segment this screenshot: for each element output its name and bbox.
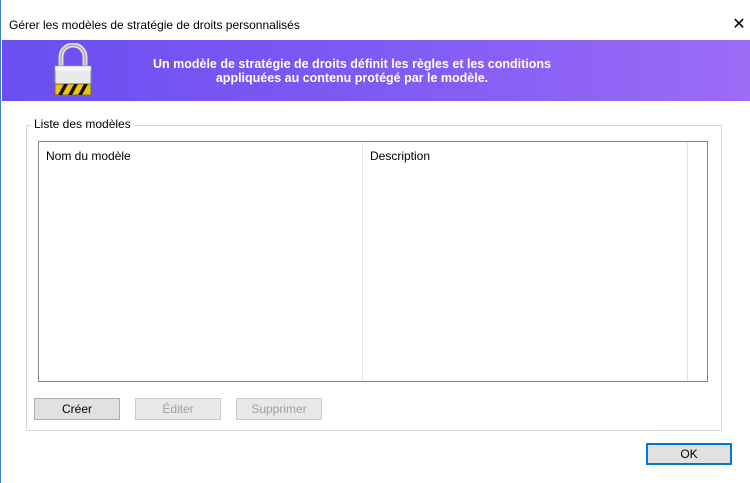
delete-button[interactable]: Supprimer xyxy=(236,398,322,420)
banner-line-1: Un modèle de stratégie de droits définit… xyxy=(152,57,551,71)
title-bar: Gérer les modèles de stratégie de droits… xyxy=(1,12,750,38)
banner-text: Un modèle de stratégie de droits définit… xyxy=(112,57,592,85)
column-description[interactable]: Description xyxy=(363,142,688,381)
column-header-name[interactable]: Nom du modèle xyxy=(46,149,131,163)
templates-group-label: Liste des modèles xyxy=(31,117,134,131)
dialog-window: Gérer les modèles de stratégie de droits… xyxy=(0,0,750,483)
ok-button[interactable]: OK xyxy=(646,443,732,465)
create-button[interactable]: Créer xyxy=(34,398,120,420)
banner-line-2: appliquées au contenu protégé par le mod… xyxy=(215,71,489,85)
edit-button[interactable]: Éditer xyxy=(135,398,221,420)
column-template-name[interactable]: Nom du modèle xyxy=(39,142,363,381)
padlock-icon xyxy=(54,43,92,96)
column-header-description[interactable]: Description xyxy=(370,149,430,163)
templates-list[interactable]: Nom du modèle Description xyxy=(38,141,708,382)
info-banner: Un modèle de stratégie de droits définit… xyxy=(2,40,750,101)
close-icon[interactable]: ✕ xyxy=(727,14,750,36)
window-title: Gérer les modèles de stratégie de droits… xyxy=(9,18,300,32)
